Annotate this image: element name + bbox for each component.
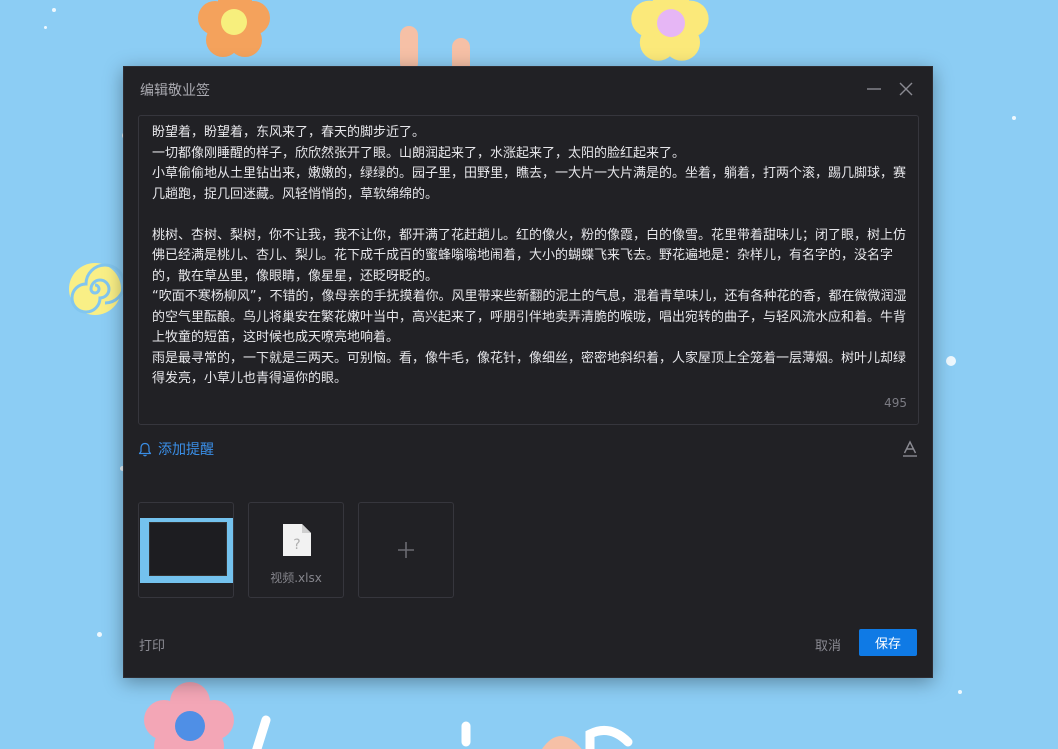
edit-note-dialog: 编辑敬业签 盼望着，盼望着，东风来了，春天的脚步近了。 一切都像刚睡醒的样子，欣…	[123, 66, 933, 678]
unknown-file-icon: ?	[283, 524, 311, 556]
note-paragraph: 盼望着，盼望着，东风来了，春天的脚步近了。	[152, 125, 426, 140]
file-attachment[interactable]: ? 视频.xlsx	[248, 502, 344, 598]
note-blank-line	[152, 205, 908, 226]
plus-icon	[398, 542, 414, 558]
save-button[interactable]: 保存	[859, 629, 917, 656]
font-format-icon	[903, 440, 917, 457]
minimize-icon	[867, 88, 881, 90]
add-attachment-button[interactable]	[358, 502, 454, 598]
dialog-title: 编辑敬业签	[140, 83, 210, 99]
note-editor[interactable]: 盼望着，盼望着，东风来了，春天的脚步近了。 一切都像刚睡醒的样子，欣欣然张开了眼…	[138, 115, 919, 425]
note-paragraph: 小草偷偷地从土里钻出来，嫩嫩的，绿绿的。园子里，田野里，瞧去，一大片一大片满是的…	[152, 166, 907, 202]
letters-decoration	[252, 715, 633, 749]
cancel-button[interactable]: 取消	[815, 635, 841, 654]
minimize-button[interactable]	[864, 79, 884, 99]
close-icon	[899, 82, 913, 96]
flower-decoration	[631, 0, 709, 61]
note-paragraph: 一切都像刚睡醒的样子，欣欣然张开了眼。山朗润起来了，水涨起来了，太阳的脸红起来了…	[152, 145, 686, 161]
bell-icon	[138, 442, 152, 456]
note-paragraph: 桃树、杏树、梨树，你不让我，我不让你，都开满了花赶趟儿。红的像火，粉的像霞，白的…	[152, 227, 907, 284]
note-content[interactable]: 盼望着，盼望着，东风来了，春天的脚步近了。 一切都像刚睡醒的样子，欣欣然张开了眼…	[152, 123, 908, 390]
dialog-footer: 打印 取消 保存	[124, 619, 932, 677]
dialog-titlebar: 编辑敬业签	[124, 67, 932, 111]
add-reminder-label: 添加提醒	[158, 442, 214, 458]
bunny-ears-decoration	[400, 26, 470, 72]
swirl-decoration	[69, 263, 124, 315]
note-paragraph: “吹面不寒杨柳风”，不错的，像母亲的手抚摸着你。风里带来些新翻的泥土的气息，混着…	[152, 289, 907, 345]
font-format-button[interactable]	[901, 440, 919, 458]
add-reminder-button[interactable]: 添加提醒	[138, 439, 214, 459]
flower-decoration	[198, 0, 270, 57]
image-attachment[interactable]	[138, 502, 234, 598]
flower-decoration	[144, 682, 234, 749]
character-count: 495	[884, 396, 907, 410]
print-button[interactable]: 打印	[139, 635, 165, 654]
note-paragraph: 雨是最寻常的，一下就是三两天。可别恼。看，像牛毛，像花针，像细丝，密密地斜织着，…	[152, 350, 907, 387]
file-name: 视频.xlsx	[270, 571, 322, 585]
attachment-list: ? 视频.xlsx	[138, 502, 454, 598]
image-thumbnail	[140, 518, 233, 583]
svg-text:?: ?	[293, 537, 300, 553]
close-button[interactable]	[896, 79, 916, 99]
